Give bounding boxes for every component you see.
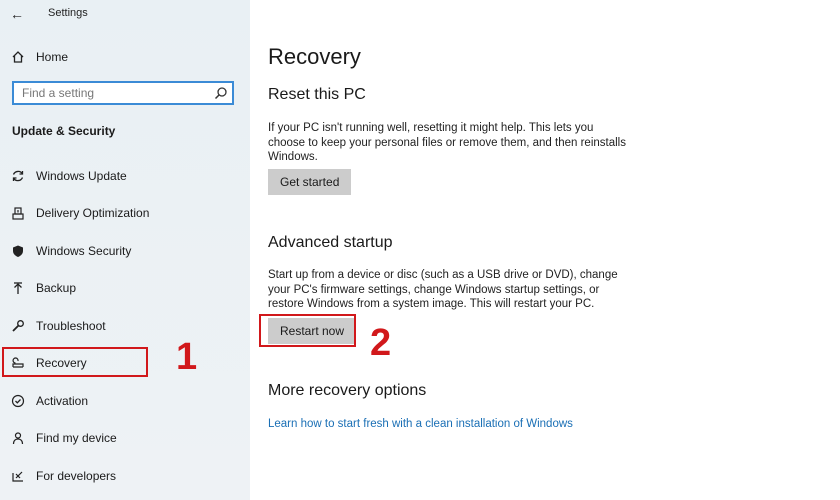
title-bar: ← Settings bbox=[0, 0, 250, 28]
window-title: Settings bbox=[48, 7, 88, 19]
sidebar-item-troubleshoot[interactable]: Troubleshoot bbox=[0, 310, 250, 342]
person-pin-icon bbox=[0, 431, 36, 445]
search-input[interactable] bbox=[20, 85, 214, 101]
search-icon[interactable] bbox=[214, 86, 228, 100]
shield-icon bbox=[0, 244, 36, 258]
back-arrow-icon[interactable]: ← bbox=[10, 6, 24, 22]
sidebar-item-windows-security[interactable]: Windows Security bbox=[0, 235, 250, 267]
advanced-heading: Advanced startup bbox=[268, 234, 393, 251]
home-icon bbox=[0, 50, 36, 64]
sidebar-item-find-my-device[interactable]: Find my device bbox=[0, 422, 250, 454]
backup-arrow-icon bbox=[0, 281, 36, 295]
sidebar-item-windows-update[interactable]: Windows Update bbox=[0, 160, 250, 192]
clean-install-link[interactable]: Learn how to start fresh with a clean in… bbox=[268, 418, 573, 430]
advanced-description: Start up from a device or disc (such as … bbox=[268, 269, 618, 310]
home-label: Home bbox=[36, 50, 69, 64]
sync-icon bbox=[0, 169, 36, 183]
sidebar-item-label: Windows Security bbox=[36, 244, 132, 258]
page-title: Recovery bbox=[268, 44, 361, 69]
delivery-optimization-icon bbox=[0, 206, 36, 220]
reset-heading: Reset this PC bbox=[268, 86, 366, 103]
sidebar-item-backup[interactable]: Backup bbox=[0, 272, 250, 304]
restart-highlight-box bbox=[259, 314, 356, 347]
check-circle-icon bbox=[0, 394, 36, 408]
step-1-label: 1 bbox=[176, 336, 198, 378]
sidebar-item-label: Delivery Optimization bbox=[36, 206, 150, 220]
sidebar-item-label: Activation bbox=[36, 394, 89, 408]
wrench-icon bbox=[0, 319, 36, 333]
sidebar-item-for-developers[interactable]: For developers bbox=[0, 460, 250, 492]
sidebar-item-delivery-optimization[interactable]: Delivery Optimization bbox=[0, 197, 250, 229]
home-link[interactable]: Home bbox=[0, 41, 250, 73]
search-box[interactable] bbox=[12, 81, 234, 105]
sidebar-item-label: Windows Update bbox=[36, 169, 127, 183]
sidebar-item-activation[interactable]: Activation bbox=[0, 385, 250, 417]
main-content: Recovery Reset this PC If your PC isn't … bbox=[250, 0, 840, 500]
step-2-label: 2 bbox=[370, 322, 392, 364]
recovery-highlight-box bbox=[2, 347, 148, 377]
reset-description: If your PC isn't running well, resetting… bbox=[268, 122, 626, 163]
developer-icon bbox=[0, 469, 36, 483]
sidebar-item-label: Find my device bbox=[36, 431, 117, 445]
sidebar-item-label: Troubleshoot bbox=[36, 319, 106, 333]
get-started-button[interactable]: Get started bbox=[268, 169, 352, 195]
section-title: Update & Security bbox=[12, 124, 116, 138]
sidebar-item-label: Backup bbox=[36, 281, 77, 295]
sidebar-item-label: For developers bbox=[36, 469, 117, 483]
sidebar: ← Settings Home Update & Security Window… bbox=[0, 0, 250, 500]
more-heading: More recovery options bbox=[268, 382, 427, 399]
